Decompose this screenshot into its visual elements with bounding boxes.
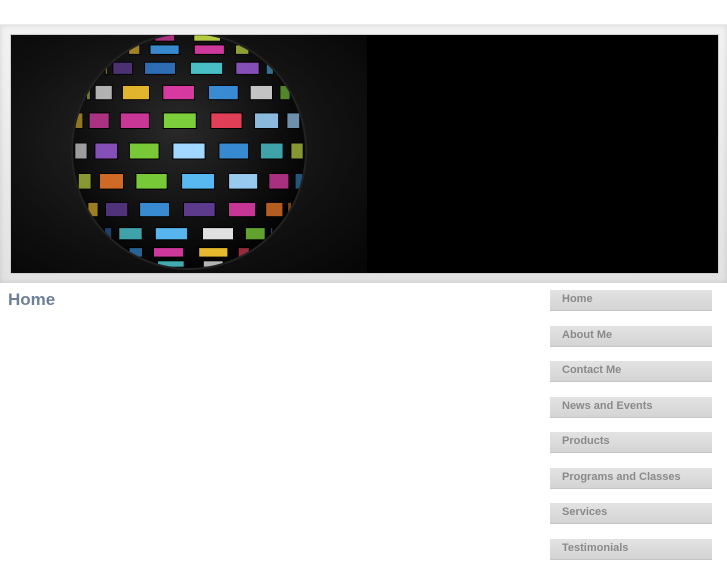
header-banner [10,34,719,274]
nav-item-services[interactable]: Services [550,503,712,524]
globe-photo-tile [189,61,224,75]
globe-photo-tile [207,84,239,101]
globe-photo-tile [98,173,125,190]
globe-photo-tile [181,173,216,190]
globe-photo-tile [154,227,189,241]
globe-photo-tile [74,142,88,160]
globe-photo-tile [77,173,92,190]
globe-photo-tile [218,142,250,160]
photo-globe-image [71,35,307,270]
banner-photo [11,35,367,273]
globe-photo-tile [210,112,243,130]
globe-photo-tile [149,44,180,55]
globe-photo-tile [88,112,110,130]
globe-photo-tile [290,142,304,160]
nav-item-testimonials[interactable]: Testimonials [550,538,712,560]
globe-photo-tile [193,44,225,55]
globe-photo-tile [162,84,196,101]
globe-photo-tile [254,112,280,130]
globe-photo-tile [268,173,290,190]
nav-item-products[interactable]: Products [550,432,712,453]
nav-item-news-and-events[interactable]: News and Events [550,396,712,418]
globe-photo-tile [259,142,284,160]
globe-photo-tile [183,201,216,218]
globe-photo-tile [249,84,273,101]
globe-photo-tile [265,201,284,218]
globe-photo-tile [135,173,168,190]
header-frame [0,25,727,283]
nav-item-programs-and-classes[interactable]: Programs and Classes [550,467,712,489]
globe-photo-tile [153,247,185,258]
globe-photo-tile [162,112,197,130]
globe-photo-tile [94,142,119,160]
globe-photo-tile [172,142,206,160]
globe-photo-tile [112,61,134,75]
globe-photo-tile [286,112,301,130]
globe-photo-tile [228,201,257,218]
page-title: Home [8,290,56,309]
nav-item-home[interactable]: Home [550,290,712,311]
nav-item-contact-me[interactable]: Contact Me [550,361,712,382]
globe-photo-tile [128,142,160,160]
top-strip [0,0,727,25]
globe-photo-tile [235,61,260,75]
globe-photo-tile [198,247,229,258]
globe-photo-tile [94,84,113,101]
globe-photo-tile [202,227,234,241]
globe-photo-tile [119,112,150,130]
nav-item-about-me[interactable]: About Me [550,325,712,347]
globe-photo-tile [121,84,151,101]
globe-photo-tile [244,227,266,241]
sidebar-nav: Home About Me Contact Me News and Events… [550,290,712,574]
globe-photo-tile [105,201,129,218]
globe-photo-tile [228,173,259,190]
globe-photo-tile [139,201,171,218]
globe-photo-tile [144,61,176,75]
globe-photo-tile [118,227,143,241]
